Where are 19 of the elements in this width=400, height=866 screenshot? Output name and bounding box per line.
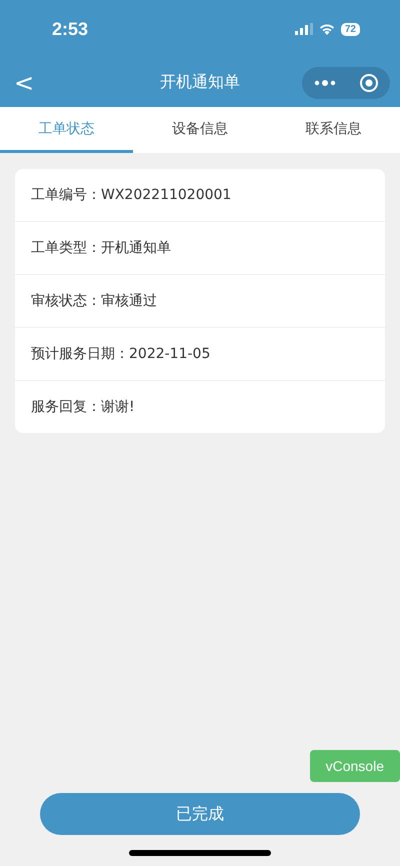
vconsole-button[interactable]: vConsole bbox=[310, 750, 400, 782]
completed-button[interactable]: 已完成 bbox=[40, 793, 360, 835]
detail-text: 服务回复：谢谢! bbox=[31, 398, 135, 416]
detail-text: 预计服务日期：2022-11-05 bbox=[31, 345, 210, 363]
tab[interactable]: 联系信息 bbox=[266, 107, 400, 153]
capsule-menu[interactable] bbox=[302, 66, 390, 98]
detail-text: 工单类型：开机通知单 bbox=[31, 239, 171, 257]
signal-icon bbox=[294, 23, 313, 35]
detail-text: 工单编号：WX202211020001 bbox=[31, 186, 232, 204]
tab[interactable]: 设备信息 bbox=[133, 107, 267, 153]
battery-level: 72 bbox=[340, 22, 360, 36]
close-target-icon[interactable] bbox=[358, 72, 378, 92]
tab[interactable]: 工单状态 bbox=[0, 107, 134, 153]
page-title: 开机通知单 bbox=[160, 72, 240, 91]
more-icon[interactable] bbox=[314, 80, 336, 86]
status-time: 2:53 bbox=[52, 18, 90, 40]
detail-text: 审核状态：审核通过 bbox=[31, 292, 157, 310]
back-button[interactable]: < bbox=[10, 68, 38, 96]
wifi-icon bbox=[318, 23, 335, 35]
